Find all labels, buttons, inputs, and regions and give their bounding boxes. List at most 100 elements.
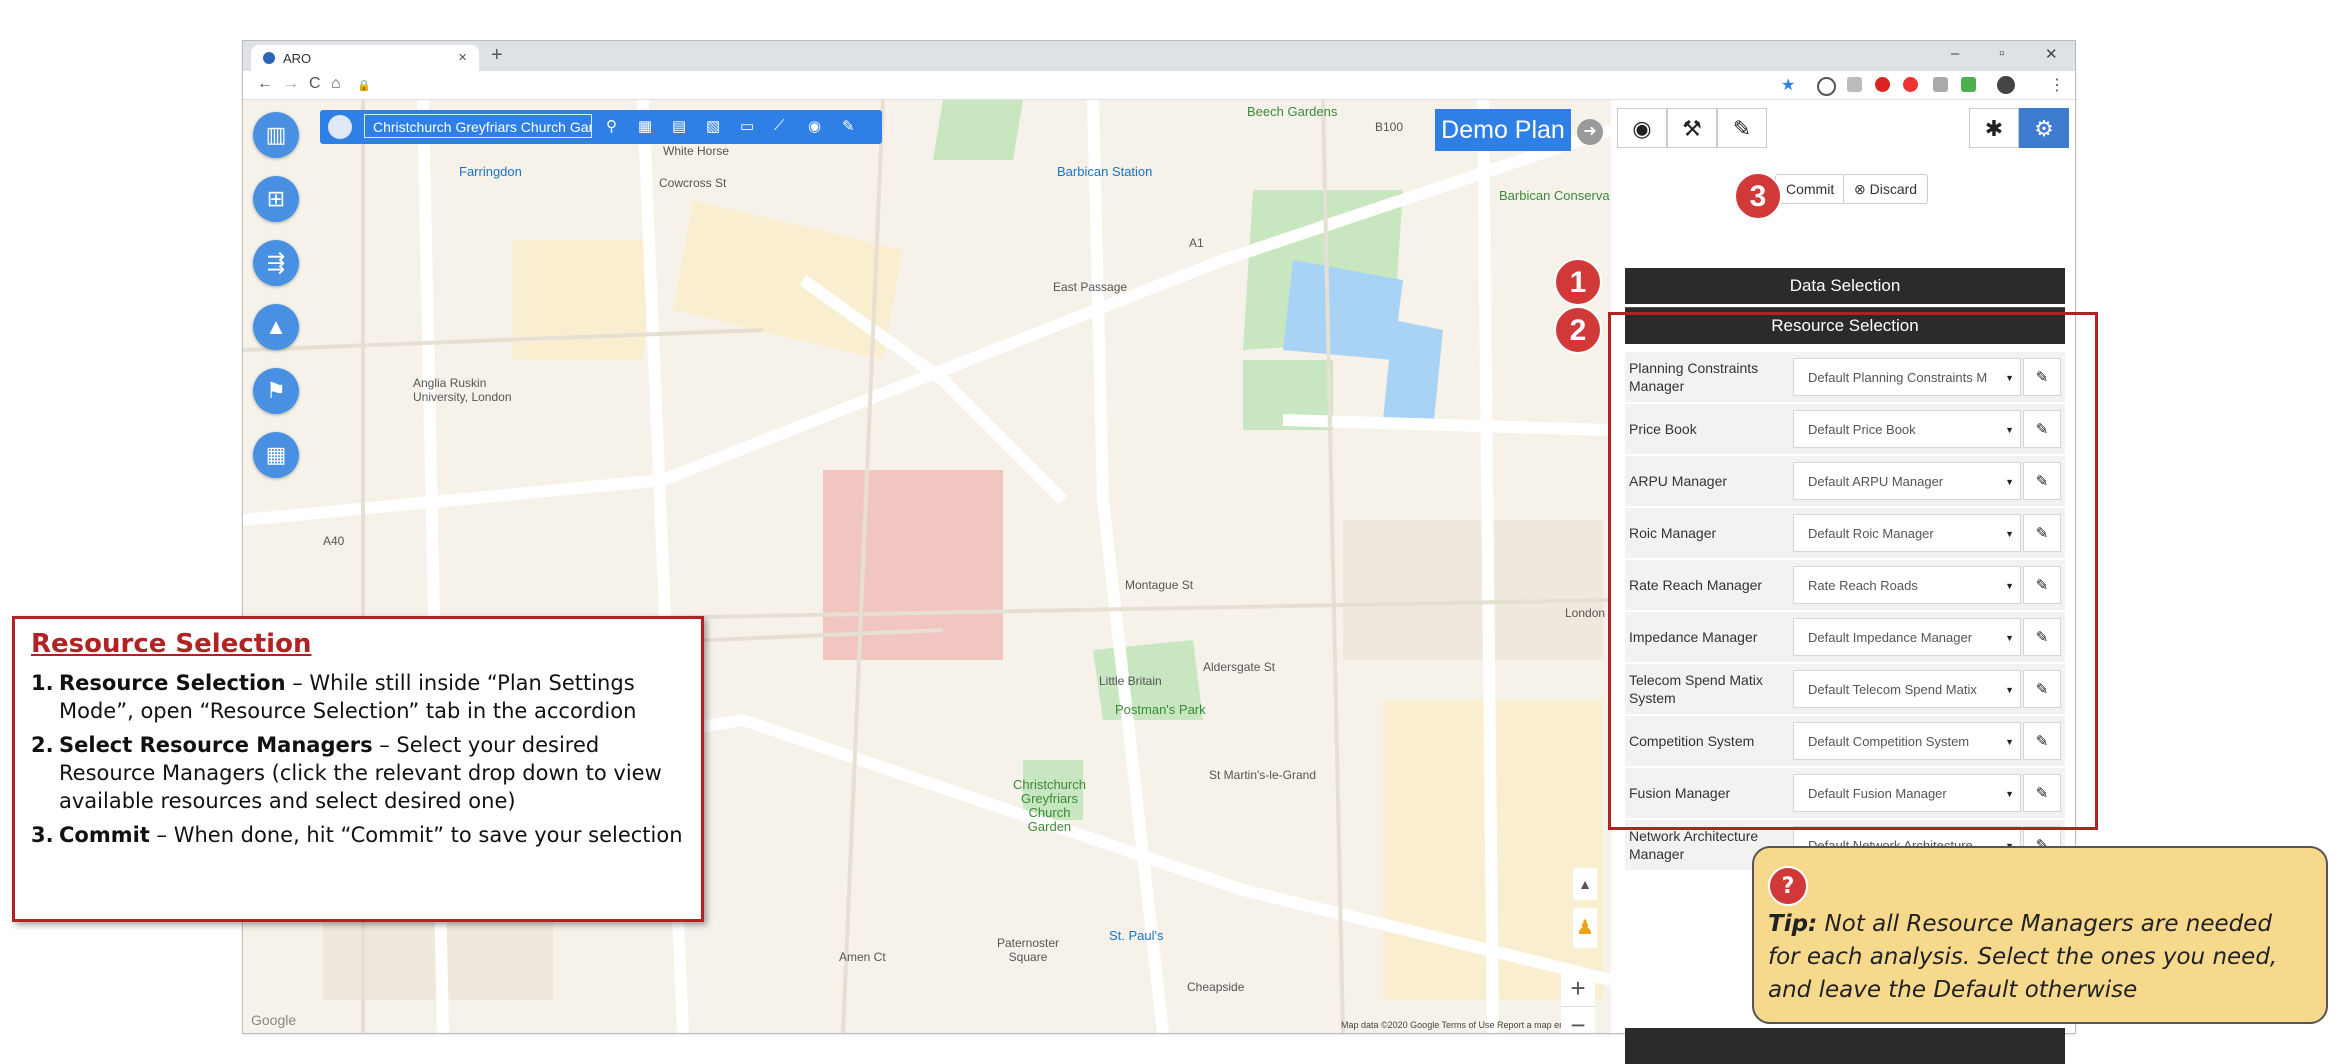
table-icon[interactable]: ▦ <box>638 117 652 135</box>
folder-icon[interactable]: ▭ <box>740 117 754 135</box>
opera-icon[interactable] <box>1875 77 1890 92</box>
menu-kebab-icon[interactable]: ⋮ <box>2049 75 2065 95</box>
map-label-barbican-conserva: Barbican Conserva <box>1499 188 1610 203</box>
map-label-a40: A40 <box>323 534 345 548</box>
address-bar: ← → C ⌂ 🔒 ★ ⋮ <box>243 71 2075 100</box>
ruler-icon[interactable]: ⟋ <box>774 117 785 134</box>
network-hierarchy-icon[interactable]: ⊞ <box>253 176 299 222</box>
bookmark-star-icon[interactable]: ★ <box>1781 75 1795 95</box>
map-flag-icon[interactable]: ⚑ <box>253 368 299 414</box>
callout-step: 1. Resource Selection – While still insid… <box>31 669 685 725</box>
map-label-st-martins: St Martin's-le-Grand <box>1209 768 1316 782</box>
road-icon[interactable]: ▲ <box>253 304 299 350</box>
accordion-data-selection[interactable]: Data Selection <box>1625 268 2065 304</box>
question-icon: ? <box>1768 866 1808 906</box>
map-label-little-britain: Little Britain <box>1099 674 1162 688</box>
map-label-st-pauls: St. Paul's <box>1109 928 1164 943</box>
map-label-amen-ct: Amen Ct <box>839 950 886 964</box>
commit-label: Commit <box>1786 181 1835 197</box>
document-icon[interactable]: ▤ <box>672 117 686 135</box>
reload-button[interactable]: C <box>309 75 321 93</box>
zoom-in-button[interactable]: + <box>1561 970 1595 1006</box>
extension-icon[interactable] <box>1847 77 1862 92</box>
map-label-white-horse: White Horse <box>663 144 730 158</box>
new-tab-button[interactable]: + <box>491 44 503 67</box>
close-window-button[interactable]: ✕ <box>2045 45 2058 63</box>
map-search-input[interactable]: Christchurch Greyfriars Church Gar... <box>364 114 592 138</box>
settings-gear-icon[interactable]: ⚙ <box>2019 108 2069 148</box>
minimize-button[interactable]: – <box>1951 45 1959 62</box>
tip-body: Not all Resource Managers are needed for… <box>1768 911 2278 1003</box>
tip-box: ? Tip: Not all Resource Managers are nee… <box>1752 846 2328 1024</box>
discard-label: Discard <box>1869 181 1918 197</box>
map-label-east-passage: East Passage <box>1053 280 1128 294</box>
terrain-toggle-icon[interactable]: ▲ <box>1573 868 1597 900</box>
brush-icon[interactable]: ✎ <box>842 117 855 135</box>
callout-step: 2. Select Resource Managers – Select your… <box>31 731 685 815</box>
panel-bottom-bar <box>1625 1028 2065 1064</box>
pocket-icon[interactable] <box>1817 77 1836 96</box>
back-button[interactable]: ← <box>257 75 273 93</box>
step-text: – When done, hit “Commit” to save your s… <box>149 823 683 847</box>
tip-label: Tip: <box>1768 911 1818 937</box>
map-label-cowcross: Cowcross St <box>659 176 727 190</box>
discard-x-icon: ⊗ <box>1854 181 1870 197</box>
maximize-button[interactable]: ▫ <box>1999 45 2004 62</box>
step-badge-3: 3 <box>1734 172 1782 220</box>
map-label-postmans-park: Postman's Park <box>1115 702 1206 717</box>
aro-logo-icon[interactable] <box>328 115 352 139</box>
step-heading: Commit <box>59 823 150 847</box>
browser-tab[interactable]: ARO × <box>251 45 479 71</box>
grid-icon[interactable]: ▦ <box>253 432 299 478</box>
map-label-christchurch: Christchurch Greyfriars Church Garden <box>1013 777 1086 834</box>
step-heading: Select Resource Managers <box>59 733 373 757</box>
google-logo: Google <box>251 1012 297 1028</box>
building-icon[interactable]: ▥ <box>253 112 299 158</box>
map-label-beech-gardens: Beech Gardens <box>1247 104 1338 119</box>
map-label-montague-st: Montague St <box>1125 578 1194 592</box>
adblock-icon[interactable] <box>1903 77 1918 92</box>
map-label-aldersgate: Aldersgate St <box>1203 660 1276 674</box>
map-label-b100: B100 <box>1375 120 1404 134</box>
map-label-barbican-station: Barbican Station <box>1057 164 1153 179</box>
plan-edit-hammer-icon[interactable]: ⚒ <box>1667 108 1717 148</box>
plan-title[interactable]: Demo Plan <box>1435 109 1571 151</box>
home-button[interactable]: ⌂ <box>331 75 341 93</box>
forward-button[interactable]: → <box>283 75 299 93</box>
step-heading: Resource Selection <box>59 671 286 695</box>
edit-pencil-icon[interactable]: ✎ <box>1717 108 1767 148</box>
aro-favicon-icon <box>263 52 275 64</box>
map-label-farringdon: Farringdon <box>459 164 522 179</box>
map-toolbar: Christchurch Greyfriars Church Gar... ⚲ … <box>320 110 882 144</box>
tip-text: Tip: Not all Resource Managers are neede… <box>1768 908 2308 1007</box>
map-label-cheapside: Cheapside <box>1187 980 1245 994</box>
report-icon[interactable]: ▧ <box>706 117 720 135</box>
screenshot-icon[interactable] <box>1933 77 1948 92</box>
resource-managers-highlight <box>1608 312 2098 830</box>
map-label-paternoster: Paternoster Square <box>997 936 1060 964</box>
street-view-pegman-icon[interactable]: ♟ <box>1573 908 1597 948</box>
map-label-anglia-ruskin: Anglia Ruskin University, London <box>413 376 512 404</box>
view-mode-eye-icon[interactable]: ◉ <box>1617 108 1667 148</box>
eye-icon[interactable]: ◉ <box>808 117 821 135</box>
discard-button[interactable]: ⊗ Discard <box>1843 174 1929 204</box>
step-number: 3. <box>31 823 54 847</box>
callout-step: 3. Commit – When done, hit “Commit” to sa… <box>31 821 685 849</box>
step-badge-1: 1 <box>1554 258 1602 306</box>
browser-titlebar: ARO × + – ▫ ✕ <box>243 41 2075 71</box>
search-icon[interactable]: ⚲ <box>606 117 617 135</box>
commit-button[interactable]: Commit <box>1775 174 1846 204</box>
zoom-out-button[interactable]: − <box>1561 1006 1595 1033</box>
close-tab-icon[interactable]: × <box>458 49 467 66</box>
map-attribution[interactable]: Map data ©2020 Google Terms of Use Repor… <box>1341 1020 1573 1030</box>
step-badge-2: 2 <box>1554 306 1602 354</box>
map-label-london: London <box>1565 606 1606 620</box>
debug-bug-icon[interactable]: ✱ <box>1969 108 2019 148</box>
callout-title: Resource Selection <box>31 629 312 659</box>
usb-icon[interactable]: ⇶ <box>253 240 299 286</box>
profile-avatar[interactable] <box>1997 76 2015 94</box>
lock-icon: 🔒 <box>357 80 371 92</box>
step-number: 1. <box>31 671 54 695</box>
arrow-right-circle-icon[interactable]: ➜ <box>1577 119 1603 145</box>
sheets-icon[interactable] <box>1961 77 1976 92</box>
